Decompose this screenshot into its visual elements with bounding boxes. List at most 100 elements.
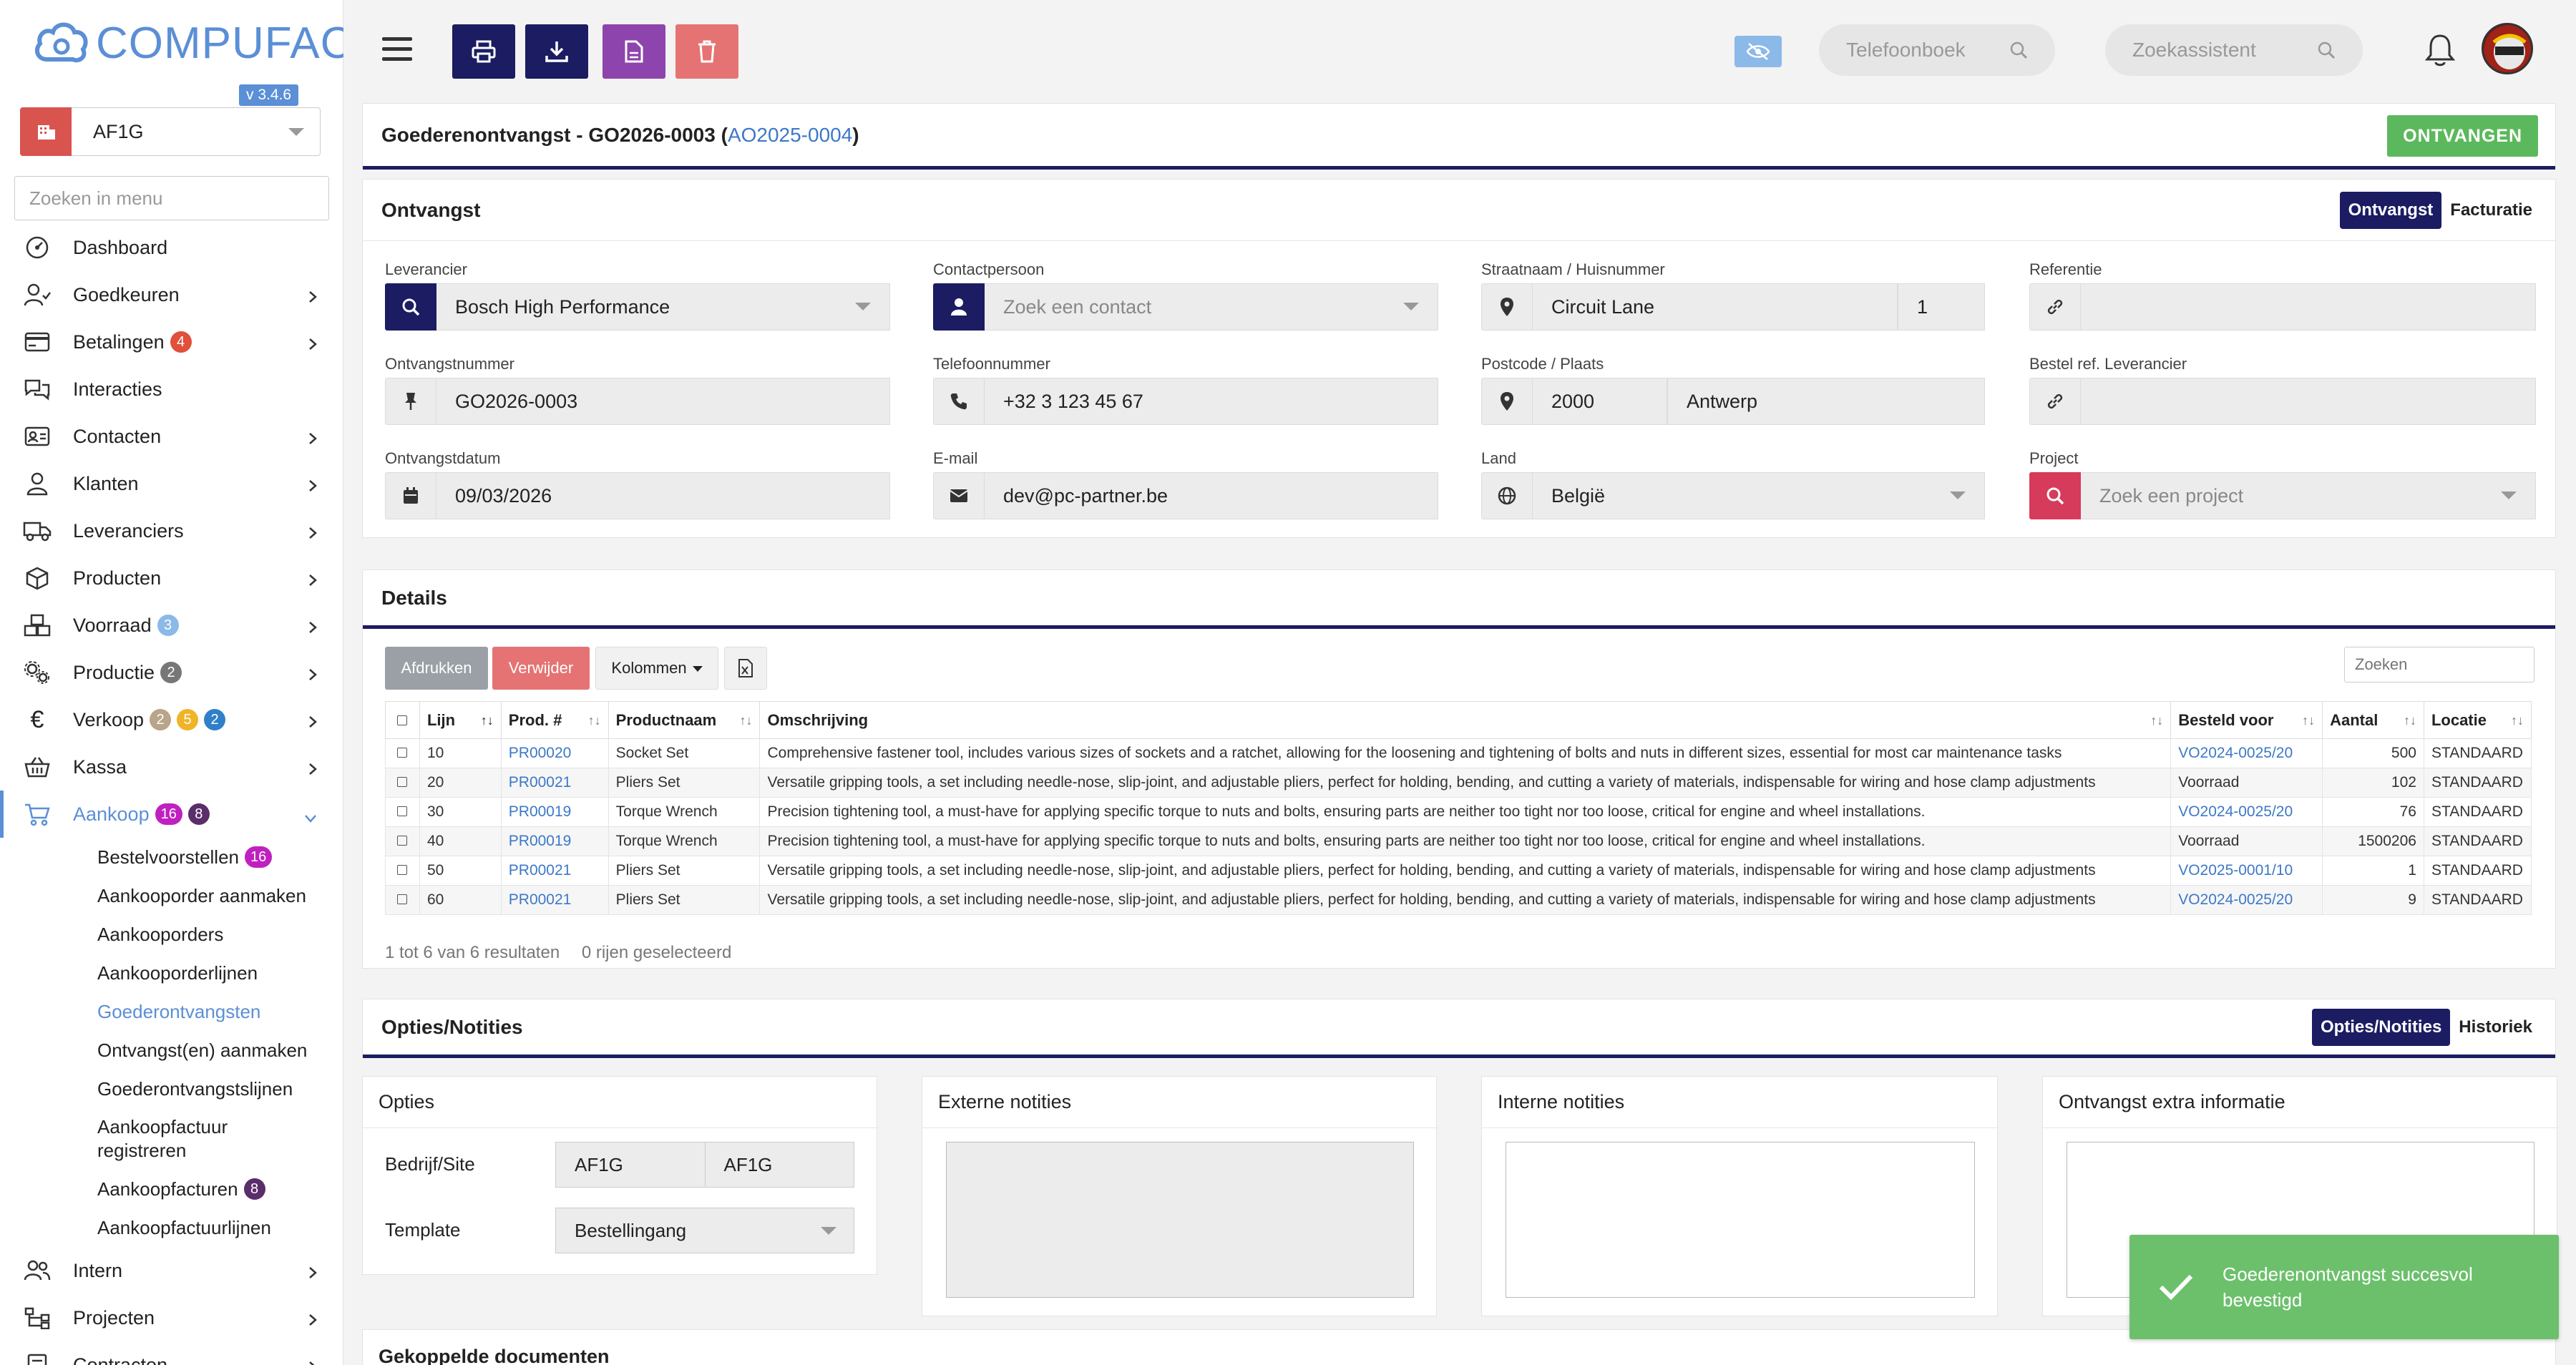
menu-item-projecten[interactable]: Projecten [0,1294,343,1341]
column-header-lijn[interactable]: Lijn ↑↓ [419,701,502,739]
menu-item-aankoop[interactable]: Aankoop 16 8 [0,791,343,838]
submenu-item-aankooporderlijnen[interactable]: Aankooporderlijnen [97,954,343,992]
template-select[interactable]: Bestellingang [555,1208,854,1253]
tab-historiek[interactable]: Historiek [2450,1009,2541,1046]
column-header-besteld-voor[interactable]: Besteld voor ↑↓ [2170,701,2323,739]
success-toast[interactable]: Goederenontvangst succesvol bevestigd [2129,1235,2559,1339]
cell-besteld-voor[interactable]: VO2025-0001/10 [2170,856,2323,886]
submenu-item-bestelvoorstellen[interactable]: Bestelvoorstellen 16 [97,838,343,876]
table-row[interactable]: 10 PR00020 Socket Set Comprehensive fastene… [385,738,2532,768]
user-avatar[interactable] [2482,23,2533,74]
assistant-search-input[interactable]: Zoekassistent [2105,24,2363,76]
leverancier-select[interactable]: Bosch High Performance [385,283,890,331]
menu-item-contacten[interactable]: Contacten [0,413,343,460]
select-all-checkbox[interactable] [385,701,420,739]
huisnummer-value[interactable]: 1 [1898,283,1985,331]
row-checkbox[interactable] [385,856,420,886]
delete-button[interactable] [675,24,738,79]
bestelref-field[interactable] [2029,378,2536,425]
document-button[interactable] [602,24,665,79]
cell-besteld-voor[interactable]: VO2024-0025/20 [2170,885,2323,915]
cell-prod-link[interactable]: PR00020 [500,738,609,768]
cell-besteld-voor[interactable]: VO2024-0025/20 [2170,738,2323,768]
cell-prod-link[interactable]: PR00019 [500,797,609,827]
table-row[interactable]: 20 PR00021 Pliers Set Versatile gripping to… [385,768,2532,798]
row-checkbox[interactable] [385,738,420,768]
menu-item-betalingen[interactable]: Betalingen 4 [0,318,343,366]
submenu-item-goederontvangstslijnen[interactable]: Goederontvangstslijnen [97,1070,343,1108]
tab-facturatie[interactable]: Facturatie [2441,192,2541,229]
table-row[interactable]: 30 PR00019 Torque Wrench Precision tighteni… [385,797,2532,827]
columns-dropdown-button[interactable]: Kolommen [595,647,718,690]
excel-export-button[interactable] [724,647,767,690]
menu-item-kassa[interactable]: Kassa [0,743,343,791]
purchase-order-link[interactable]: AO2025-0004 [728,124,852,147]
bedrijf-field[interactable]: AF1G AF1G [555,1142,854,1188]
submenu-item-goederontvangsten[interactable]: Goederontvangsten [97,992,343,1031]
menu-item-interacties[interactable]: Interacties [0,366,343,413]
toggle-visibility-button[interactable] [1735,36,1782,67]
menu-item-voorraad[interactable]: Voorraad 3 [0,602,343,649]
receive-button[interactable]: ONTVANGEN [2387,115,2538,157]
submenu-item-aankoopfactuurlijnen[interactable]: Aankoopfactuurlijnen [97,1208,343,1247]
row-checkbox[interactable] [385,826,420,856]
submenu-item-aankooporders[interactable]: Aankooporders [97,915,343,954]
tab-ontvangst[interactable]: Ontvangst [2339,191,2442,229]
menu-item-productie[interactable]: Productie 2 [0,649,343,696]
company-selector[interactable]: AF1G [20,107,321,156]
table-row[interactable]: 40 PR00019 Torque Wrench Precision tighteni… [385,826,2532,856]
column-header-aantal[interactable]: Aantal ↑↓ [2322,701,2424,739]
row-checkbox[interactable] [385,797,420,827]
column-header-omschrijving[interactable]: Omschrijving ↑↓ [759,701,2172,739]
menu-item-klanten[interactable]: Klanten [0,460,343,507]
postcode-field[interactable]: 2000 Antwerp [1481,378,1985,425]
submenu-item-aankoopfacturen[interactable]: Aankoopfacturen 8 [97,1170,343,1208]
delete-rows-button[interactable]: Verwijder [492,647,590,690]
menu-item-producten[interactable]: Producten [0,554,343,602]
straat-field[interactable]: Circuit Lane 1 [1481,283,1985,331]
table-row[interactable]: 50 PR00021 Pliers Set Versatile gripping to… [385,856,2532,886]
column-header-productnaam[interactable]: Productnaam ↑↓ [608,701,761,739]
email-field[interactable]: dev@pc-partner.be [933,472,1438,519]
menu-item-goedkeuren[interactable]: Goedkeuren [0,271,343,318]
menu-item-verkoop[interactable]: € Verkoop 2 5 2 [0,696,343,743]
table-row[interactable]: 60 PR00021 Pliers Set Versatile gripping to… [385,885,2532,915]
hamburger-menu-icon[interactable] [382,37,412,67]
land-select[interactable]: België [1481,472,1985,519]
plaats-value[interactable]: Antwerp [1667,378,1985,425]
ontvangstdatum-field[interactable]: 09/03/2026 [385,472,890,519]
menu-item-intern[interactable]: Intern [0,1247,343,1294]
ontvangstnummer-field[interactable]: GO2026-0003 [385,378,890,425]
menu-item-dashboard[interactable]: Dashboard [0,224,343,271]
contactpersoon-select[interactable]: Zoek een contact [933,283,1438,331]
print-table-button[interactable]: Afdrukken [385,647,488,690]
cell-prod-link[interactable]: PR00021 [500,885,609,915]
submenu-item-aankoopfactuur-registreren[interactable]: Aankoopfactuur registreren [97,1108,343,1170]
menu-search-input[interactable] [14,176,329,220]
column-header-locatie[interactable]: Locatie ↑↓ [2423,701,2532,739]
tab-opties-notities[interactable]: Opties/Notities [2311,1008,2451,1046]
submenu-item-aankooporder-aanmaken[interactable]: Aankooporder aanmaken [97,876,343,915]
table-search-input[interactable] [2344,647,2534,682]
externe-notities-textarea[interactable] [946,1142,1414,1298]
menu-item-leveranciers[interactable]: Leveranciers [0,507,343,554]
submenu-item-ontvangsten-aanmaken[interactable]: Ontvangst(en) aanmaken [97,1031,343,1070]
telefoon-field[interactable]: +32 3 123 45 67 [933,378,1438,425]
cell-prod-link[interactable]: PR00019 [500,826,609,856]
sort-icon: ↑↓ [2150,713,2164,728]
row-checkbox[interactable] [385,885,420,915]
cell-prod-link[interactable]: PR00021 [500,768,609,798]
project-select[interactable]: Zoek een project [2029,472,2536,519]
interne-notities-textarea[interactable] [1506,1142,1975,1298]
column-header-prod[interactable]: Prod. # ↑↓ [500,701,609,739]
cell-prod-link[interactable]: PR00021 [500,856,609,886]
brand-logo[interactable]: COMPUFACT [33,14,381,72]
menu-item-contracten[interactable]: Contracten [0,1341,343,1365]
cell-besteld-voor[interactable]: VO2024-0025/20 [2170,797,2323,827]
row-checkbox[interactable] [385,768,420,798]
phonebook-search-input[interactable]: Telefoonboek [1819,24,2055,76]
print-button[interactable] [452,24,515,79]
bell-icon[interactable] [2424,33,2456,71]
download-button[interactable] [525,24,588,79]
referentie-field[interactable] [2029,283,2536,331]
